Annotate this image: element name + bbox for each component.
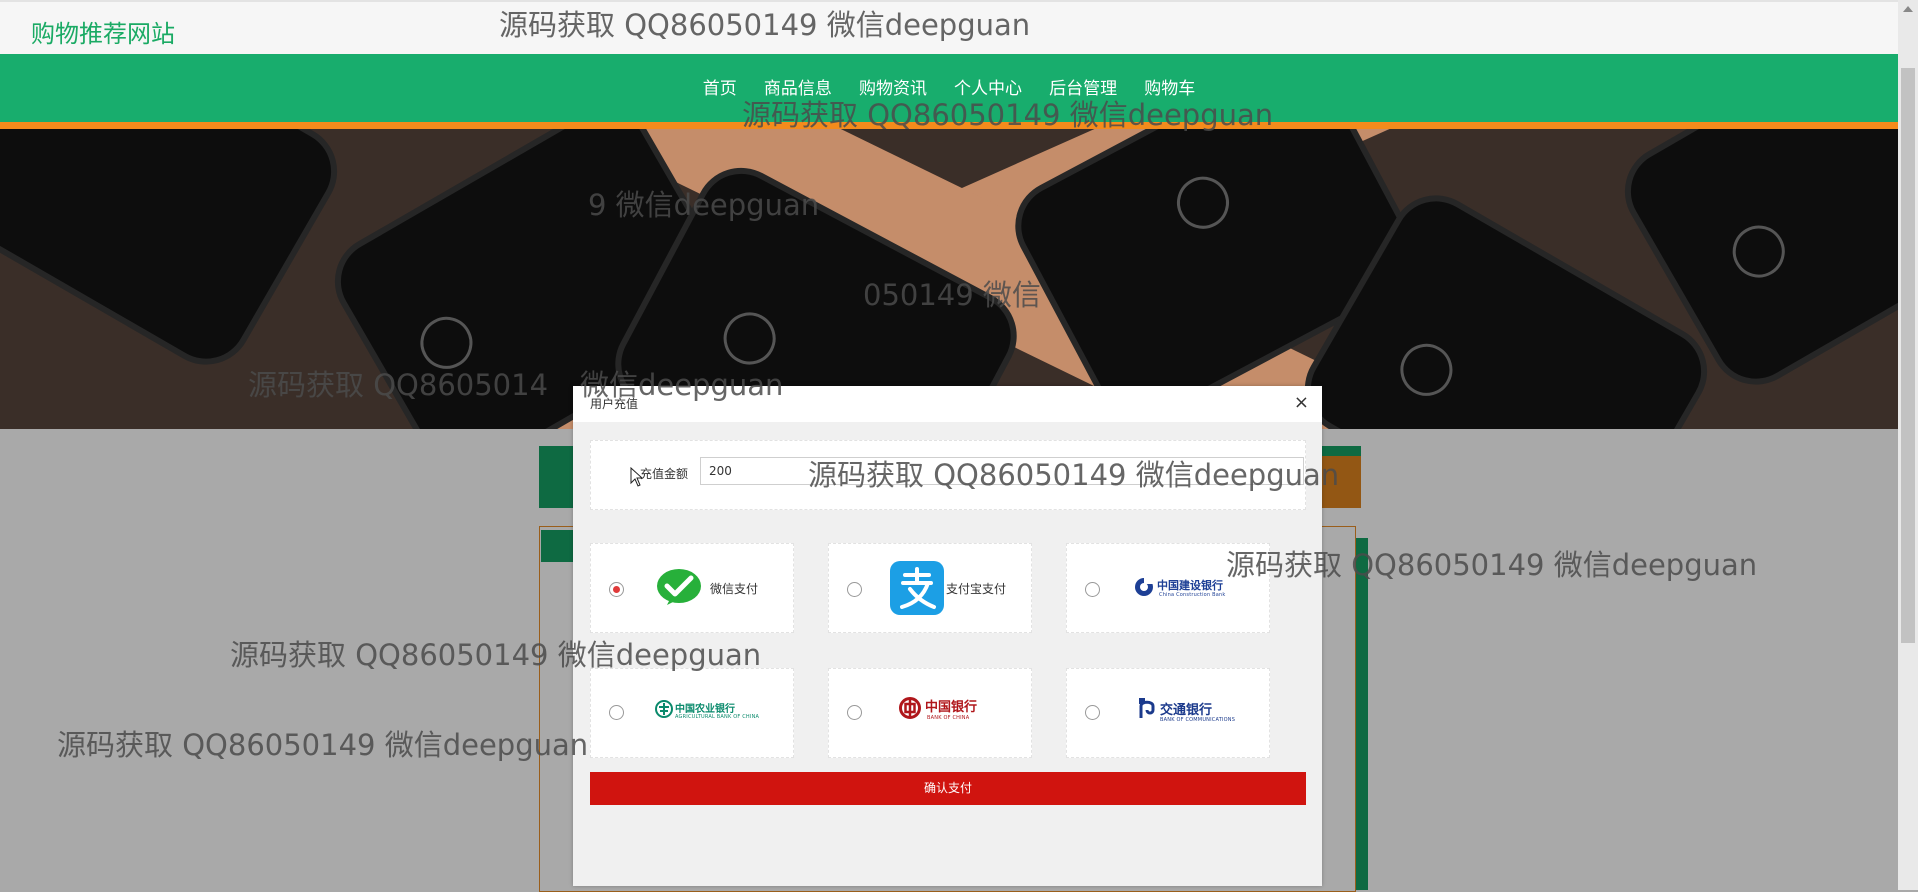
bocom-english-name: BANK OF COMMUNICATIONS bbox=[1160, 717, 1236, 723]
abc-radio[interactable] bbox=[609, 705, 624, 720]
payment-option-abc[interactable]: 中国农业银行 AGRICULTURAL BANK OF CHINA bbox=[590, 668, 794, 758]
scroll-thumb[interactable] bbox=[1901, 68, 1915, 643]
nav-item-news[interactable]: 购物资讯 bbox=[859, 74, 927, 99]
watermark: 源码获取 QQ86050149 微信deepguan bbox=[57, 728, 589, 762]
recharge-dialog: 用户充值 × 充值金额 微信支付 支付宝支付 中国建 bbox=[573, 386, 1322, 886]
abc-logo bbox=[655, 700, 673, 718]
dialog-title: 用户充值 bbox=[590, 397, 639, 411]
confirm-payment-button[interactable]: 确认支付 bbox=[590, 772, 1306, 805]
nav-item-profile[interactable]: 个人中心 bbox=[954, 74, 1022, 99]
scroll-up-arrow[interactable] bbox=[1903, 6, 1913, 12]
nav-item-home[interactable]: 首页 bbox=[703, 74, 737, 99]
alipay-label: 支付宝支付 bbox=[946, 582, 1007, 596]
alipay-radio[interactable] bbox=[847, 582, 862, 597]
banner-phone bbox=[0, 129, 354, 382]
payment-option-alipay[interactable]: 支付宝支付 bbox=[828, 543, 1032, 633]
alipay-icon bbox=[890, 561, 944, 615]
wechat-radio[interactable] bbox=[609, 582, 624, 597]
amount-input[interactable] bbox=[700, 457, 1304, 485]
dialog-header: 用户充值 × bbox=[573, 386, 1322, 422]
amount-section: 充值金额 bbox=[590, 440, 1306, 510]
ccb-name: 中国建设银行 bbox=[1157, 579, 1223, 592]
abc-name: 中国农业银行 bbox=[675, 704, 735, 715]
main-nav: 首页 商品信息 购物资讯 个人中心 后台管理 购物车 bbox=[0, 54, 1898, 123]
ccb-radio[interactable] bbox=[1085, 582, 1100, 597]
top-bar: 购物推荐网站 bbox=[0, 0, 1898, 56]
abc-english-name: AGRICULTURAL BANK OF CHINA bbox=[675, 714, 760, 720]
bocom-radio[interactable] bbox=[1085, 705, 1100, 720]
boc-name: 中国银行 bbox=[925, 700, 978, 715]
hero-banner bbox=[0, 129, 1898, 429]
nav-item-products[interactable]: 商品信息 bbox=[764, 74, 832, 99]
ccb-logo bbox=[1135, 577, 1154, 596]
nav-accent-stripe bbox=[0, 122, 1898, 129]
close-icon[interactable]: × bbox=[1294, 392, 1309, 413]
payment-option-wechat[interactable]: 微信支付 bbox=[590, 543, 794, 633]
page-scrollbar[interactable] bbox=[1898, 0, 1918, 890]
bocom-name: 交通银行 bbox=[1160, 703, 1213, 718]
content-side-bar bbox=[1356, 538, 1368, 890]
payment-option-ccb[interactable]: 中国建设银行 China Construction Bank bbox=[1066, 543, 1270, 633]
boc-logo bbox=[899, 697, 921, 719]
nav-items: 首页 商品信息 购物资讯 个人中心 后台管理 购物车 bbox=[0, 74, 1898, 99]
site-title[interactable]: 购物推荐网站 bbox=[31, 14, 175, 49]
nav-item-admin[interactable]: 后台管理 bbox=[1049, 74, 1117, 99]
nav-item-cart[interactable]: 购物车 bbox=[1144, 74, 1195, 99]
payment-option-boc[interactable]: 中国银行 BANK OF CHINA bbox=[828, 668, 1032, 758]
boc-radio[interactable] bbox=[847, 705, 862, 720]
amount-label: 充值金额 bbox=[640, 467, 689, 481]
wechat-pay-label: 微信支付 bbox=[710, 582, 759, 596]
payment-option-bocom[interactable]: 交通银行 BANK OF COMMUNICATIONS bbox=[1066, 668, 1270, 758]
ccb-english-name: China Construction Bank bbox=[1159, 592, 1226, 598]
content-header-accent bbox=[1321, 456, 1361, 508]
wechat-pay-icon bbox=[657, 569, 701, 605]
boc-english-name: BANK OF CHINA bbox=[927, 715, 970, 721]
bocom-logo bbox=[1139, 698, 1155, 718]
